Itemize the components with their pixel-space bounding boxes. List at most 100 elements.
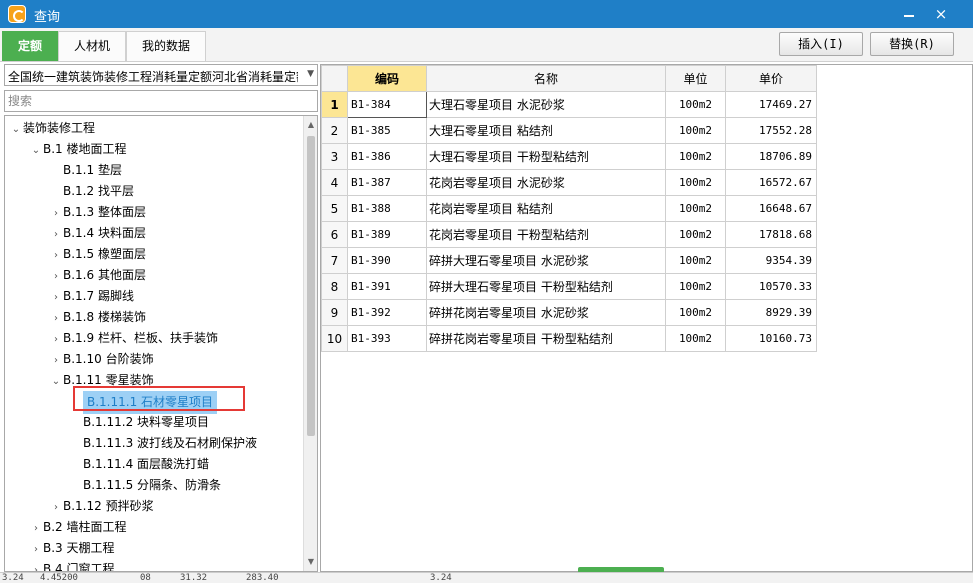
row-number-cell[interactable]: 5 <box>321 195 348 222</box>
chevron-right-icon[interactable]: › <box>49 245 63 266</box>
code-cell[interactable]: B1-387 <box>347 169 427 196</box>
tree-item[interactable]: B.1.11.1 石材零星项目 <box>5 391 303 414</box>
table-row[interactable]: 2 B1-385 大理石零星项目 粘结剂 100m2 17552.28 <box>321 117 817 144</box>
tree-item[interactable]: B.1.1 垫层 <box>5 160 303 181</box>
chevron-down-icon[interactable]: ▼ <box>307 69 314 79</box>
table-row[interactable]: 7 B1-390 碎拼大理石零星项目 水泥砂浆 100m2 9354.39 <box>321 247 817 274</box>
row-number-cell[interactable]: 9 <box>321 299 348 326</box>
tree-item[interactable]: ⌄ B.1.11 零星装饰 <box>5 370 303 391</box>
code-cell[interactable]: B1-391 <box>347 273 427 300</box>
row-number-cell[interactable]: 1 <box>321 91 348 118</box>
price-cell[interactable]: 17818.68 <box>725 221 817 248</box>
row-number-cell[interactable]: 7 <box>321 247 348 274</box>
price-cell[interactable]: 17469.27 <box>725 91 817 118</box>
price-cell[interactable]: 18706.89 <box>725 143 817 170</box>
chevron-right-icon[interactable]: › <box>49 350 63 371</box>
search-input[interactable] <box>4 90 318 112</box>
unit-cell[interactable]: 100m2 <box>665 247 726 274</box>
price-cell[interactable]: 10570.33 <box>725 273 817 300</box>
table-row[interactable]: 10 B1-393 碎拼花岗岩零星项目 干粉型粘结剂 100m2 10160.73 <box>321 325 817 352</box>
chevron-right-icon[interactable]: › <box>49 308 63 329</box>
tab-my-data[interactable]: 我的数据 <box>126 31 206 61</box>
header-unit[interactable]: 单位 <box>665 65 726 92</box>
chevron-right-icon[interactable]: › <box>49 203 63 224</box>
chevron-right-icon[interactable]: › <box>29 539 43 560</box>
table-row[interactable]: 9 B1-392 碎拼花岗岩零星项目 水泥砂浆 100m2 8929.39 <box>321 299 817 326</box>
unit-cell[interactable]: 100m2 <box>665 117 726 144</box>
name-cell[interactable]: 花岗岩零星项目 水泥砂浆 <box>426 169 666 196</box>
chevron-right-icon[interactable]: › <box>29 560 43 571</box>
unit-cell[interactable]: 100m2 <box>665 221 726 248</box>
tree-item[interactable]: B.1.11.2 块料零星项目 <box>5 412 303 433</box>
table-row[interactable]: 8 B1-391 碎拼大理石零星项目 干粉型粘结剂 100m2 10570.33 <box>321 273 817 300</box>
row-number-cell[interactable]: 10 <box>321 325 348 352</box>
unit-cell[interactable]: 100m2 <box>665 273 726 300</box>
unit-cell[interactable]: 100m2 <box>665 325 726 352</box>
code-cell[interactable]: B1-389 <box>347 221 427 248</box>
unit-cell[interactable]: 100m2 <box>665 143 726 170</box>
name-cell[interactable]: 大理石零星项目 粘结剂 <box>426 117 666 144</box>
tree-item[interactable]: › B.1.5 橡塑面层 <box>5 244 303 265</box>
tree-item[interactable]: › B.1.9 栏杆、栏板、扶手装饰 <box>5 328 303 349</box>
tree-item[interactable]: › B.2 墙柱面工程 <box>5 517 303 538</box>
price-cell[interactable]: 9354.39 <box>725 247 817 274</box>
code-cell[interactable]: B1-392 <box>347 299 427 326</box>
tree-item[interactable]: › B.1.6 其他面层 <box>5 265 303 286</box>
unit-cell[interactable]: 100m2 <box>665 91 726 118</box>
table-row[interactable]: 6 B1-389 花岗岩零星项目 干粉型粘结剂 100m2 17818.68 <box>321 221 817 248</box>
header-price[interactable]: 单价 <box>725 65 817 92</box>
tree-item[interactable]: › B.1.3 整体面层 <box>5 202 303 223</box>
price-cell[interactable]: 8929.39 <box>725 299 817 326</box>
name-cell[interactable]: 碎拼花岗岩零星项目 干粉型粘结剂 <box>426 325 666 352</box>
minimize-icon[interactable] <box>896 4 922 24</box>
unit-cell[interactable]: 100m2 <box>665 195 726 222</box>
chevron-right-icon[interactable]: › <box>29 518 43 539</box>
tree-item[interactable]: B.1.11.4 面层酸洗打蜡 <box>5 454 303 475</box>
name-cell[interactable]: 花岗岩零星项目 粘结剂 <box>426 195 666 222</box>
row-number-cell[interactable]: 4 <box>321 169 348 196</box>
code-cell[interactable]: B1-386 <box>347 143 427 170</box>
chevron-right-icon[interactable]: › <box>49 287 63 308</box>
chevron-right-icon[interactable]: › <box>49 266 63 287</box>
name-cell[interactable]: 大理石零星项目 水泥砂浆 <box>426 91 666 118</box>
tree-item[interactable]: B.1.11.3 波打线及石材刷保护液 <box>5 433 303 454</box>
tree-item[interactable]: › B.1.4 块料面层 <box>5 223 303 244</box>
chevron-right-icon[interactable]: › <box>49 224 63 245</box>
insert-button[interactable]: 插入(I) <box>779 32 863 56</box>
name-cell[interactable]: 花岗岩零星项目 干粉型粘结剂 <box>426 221 666 248</box>
quota-library-select[interactable]: 全国统一建筑装饰装修工程消耗量定额河北省消耗量定额 ▼ <box>4 64 318 86</box>
price-cell[interactable]: 16572.67 <box>725 169 817 196</box>
name-cell[interactable]: 碎拼大理石零星项目 水泥砂浆 <box>426 247 666 274</box>
close-icon[interactable]: × <box>928 4 954 24</box>
header-name[interactable]: 名称 <box>426 65 666 92</box>
tree-scrollbar[interactable]: ▲ ▼ <box>303 116 317 571</box>
tree-item[interactable]: B.1.11.5 分隔条、防滑条 <box>5 475 303 496</box>
row-number-cell[interactable]: 8 <box>321 273 348 300</box>
tree-item[interactable]: › B.1.12 预拌砂浆 <box>5 496 303 517</box>
price-cell[interactable]: 17552.28 <box>725 117 817 144</box>
code-cell[interactable]: B1-385 <box>347 117 427 144</box>
tree-item[interactable]: ⌄ 装饰装修工程 <box>5 118 303 139</box>
code-cell[interactable]: B1-384 <box>347 91 427 118</box>
tree-item[interactable]: › B.1.10 台阶装饰 <box>5 349 303 370</box>
price-cell[interactable]: 10160.73 <box>725 325 817 352</box>
chevron-down-icon[interactable]: ⌄ <box>9 119 23 140</box>
row-number-cell[interactable]: 2 <box>321 117 348 144</box>
chevron-right-icon[interactable]: › <box>49 497 63 518</box>
table-row[interactable]: 4 B1-387 花岗岩零星项目 水泥砂浆 100m2 16572.67 <box>321 169 817 196</box>
code-cell[interactable]: B1-390 <box>347 247 427 274</box>
table-row[interactable]: 5 B1-388 花岗岩零星项目 粘结剂 100m2 16648.67 <box>321 195 817 222</box>
price-cell[interactable]: 16648.67 <box>725 195 817 222</box>
tab-quota[interactable]: 定额 <box>2 31 58 61</box>
tab-labor-material-machine[interactable]: 人材机 <box>58 31 126 61</box>
chevron-down-icon[interactable]: ⌄ <box>29 140 43 161</box>
tree-item[interactable]: › B.1.8 楼梯装饰 <box>5 307 303 328</box>
scroll-thumb[interactable] <box>307 136 315 436</box>
row-number-cell[interactable]: 6 <box>321 221 348 248</box>
tree-item[interactable]: ⌄ B.1 楼地面工程 <box>5 139 303 160</box>
name-cell[interactable]: 碎拼大理石零星项目 干粉型粘结剂 <box>426 273 666 300</box>
table-row[interactable]: 1 B1-384 大理石零星项目 水泥砂浆 100m2 17469.27 <box>321 91 817 118</box>
table-row[interactable]: 3 B1-386 大理石零星项目 干粉型粘结剂 100m2 18706.89 <box>321 143 817 170</box>
row-number-cell[interactable]: 3 <box>321 143 348 170</box>
code-cell[interactable]: B1-393 <box>347 325 427 352</box>
